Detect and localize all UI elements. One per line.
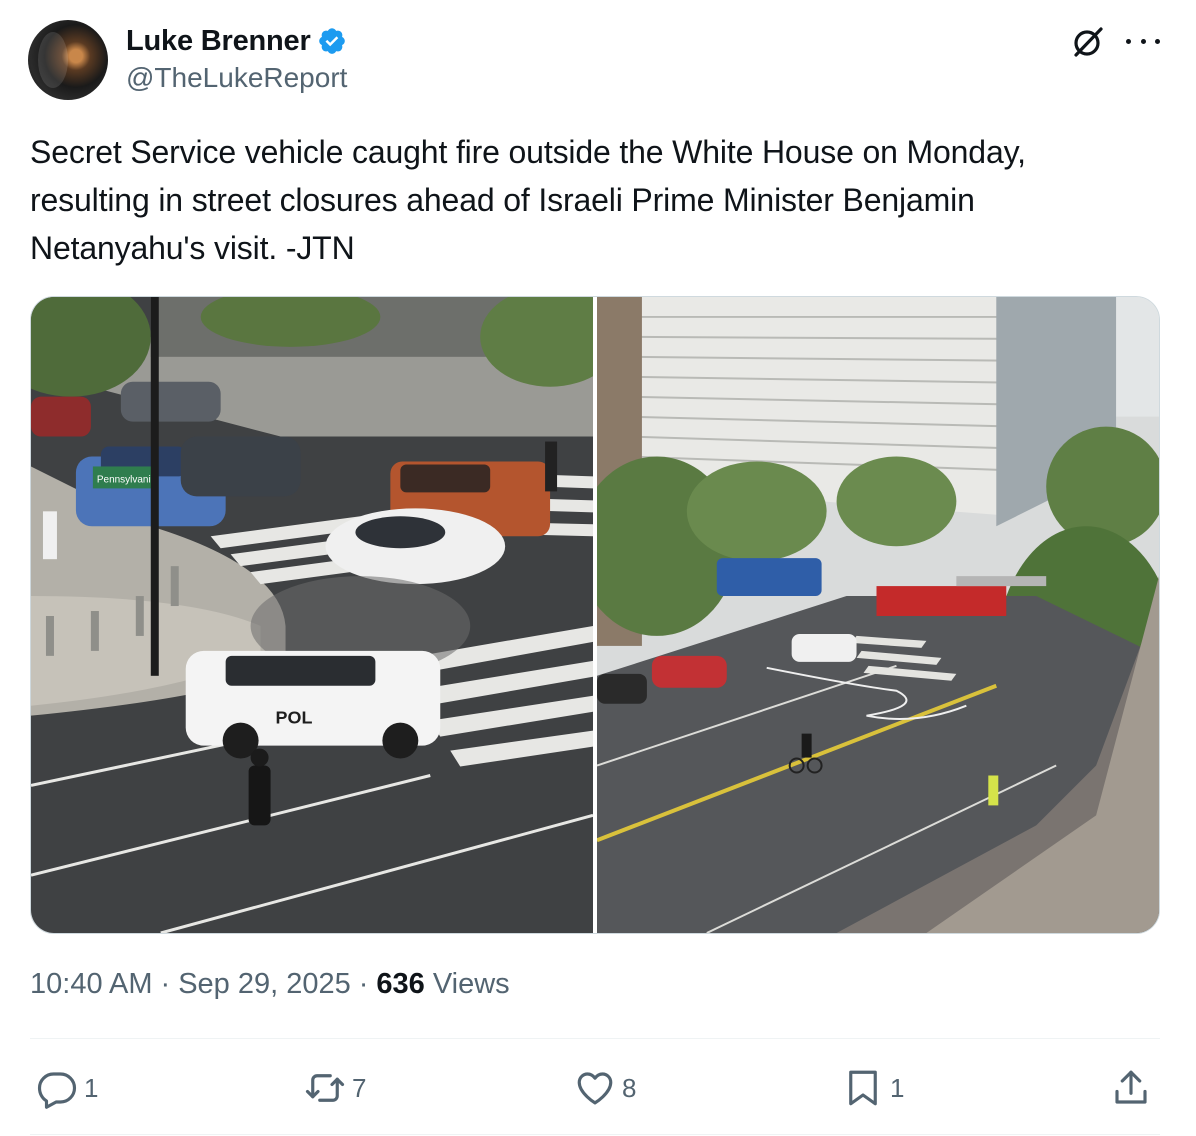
media-photo-1[interactable]: POL Pennsylvania <box>31 297 593 933</box>
more-dot <box>1126 38 1131 44</box>
author-name[interactable]: Luke Brenner <box>126 25 311 58</box>
media-grid: POL Pennsylvania <box>30 296 1160 934</box>
photo-2-scene <box>597 297 1159 933</box>
street-sign-text: Pennsylvania <box>97 474 157 485</box>
grok-icon[interactable] <box>1070 24 1106 60</box>
share-icon <box>1115 1070 1147 1104</box>
more-dot <box>1140 38 1146 44</box>
reply-button[interactable]: 1 <box>36 1062 98 1114</box>
author-block: Luke Brenner @TheLukeReport <box>126 22 347 94</box>
bookmark-button[interactable]: 1 <box>842 1062 904 1114</box>
retweet-icon <box>305 1074 345 1102</box>
bookmark-count: 1 <box>890 1072 905 1103</box>
vehicle-marking-text: POL <box>276 708 313 728</box>
tweet-text: Secret Service vehicle caught fire outsi… <box>30 134 1026 266</box>
meta-separator: · <box>358 968 369 1000</box>
verified-badge-icon <box>318 28 345 54</box>
photo-1-scene: POL Pennsylvania <box>31 297 593 933</box>
views-count: 636 <box>376 968 425 1000</box>
action-bar: 1 7 8 1 <box>30 1062 1160 1114</box>
divider <box>30 1134 1160 1135</box>
like-count: 8 <box>622 1072 637 1103</box>
like-button[interactable]: 8 <box>574 1062 636 1114</box>
reply-icon <box>37 1072 77 1109</box>
share-button[interactable] <box>1110 1062 1152 1114</box>
views-label: Views <box>432 968 510 1000</box>
retweet-count: 7 <box>352 1072 367 1103</box>
more-options-icon[interactable] <box>1126 26 1160 56</box>
media-photo-2[interactable] <box>597 297 1159 933</box>
author-name-row: Luke Brenner <box>126 22 347 60</box>
heart-icon <box>577 1072 613 1105</box>
author-handle[interactable]: @TheLukeReport <box>126 62 347 94</box>
divider <box>30 1038 1160 1039</box>
more-dot <box>1155 38 1160 44</box>
tweet-meta: 10:40 AM · Sep 29, 2025 · 636 Views <box>30 968 510 1001</box>
tweet-time[interactable]: 10:40 AM <box>30 968 153 1001</box>
author-avatar[interactable] <box>28 20 108 100</box>
bookmark-icon <box>849 1070 877 1106</box>
reply-count: 1 <box>84 1072 99 1103</box>
meta-separator: · <box>160 968 171 1000</box>
retweet-button[interactable]: 7 <box>304 1062 366 1114</box>
tweet-date[interactable]: Sep 29, 2025 <box>178 968 351 1001</box>
